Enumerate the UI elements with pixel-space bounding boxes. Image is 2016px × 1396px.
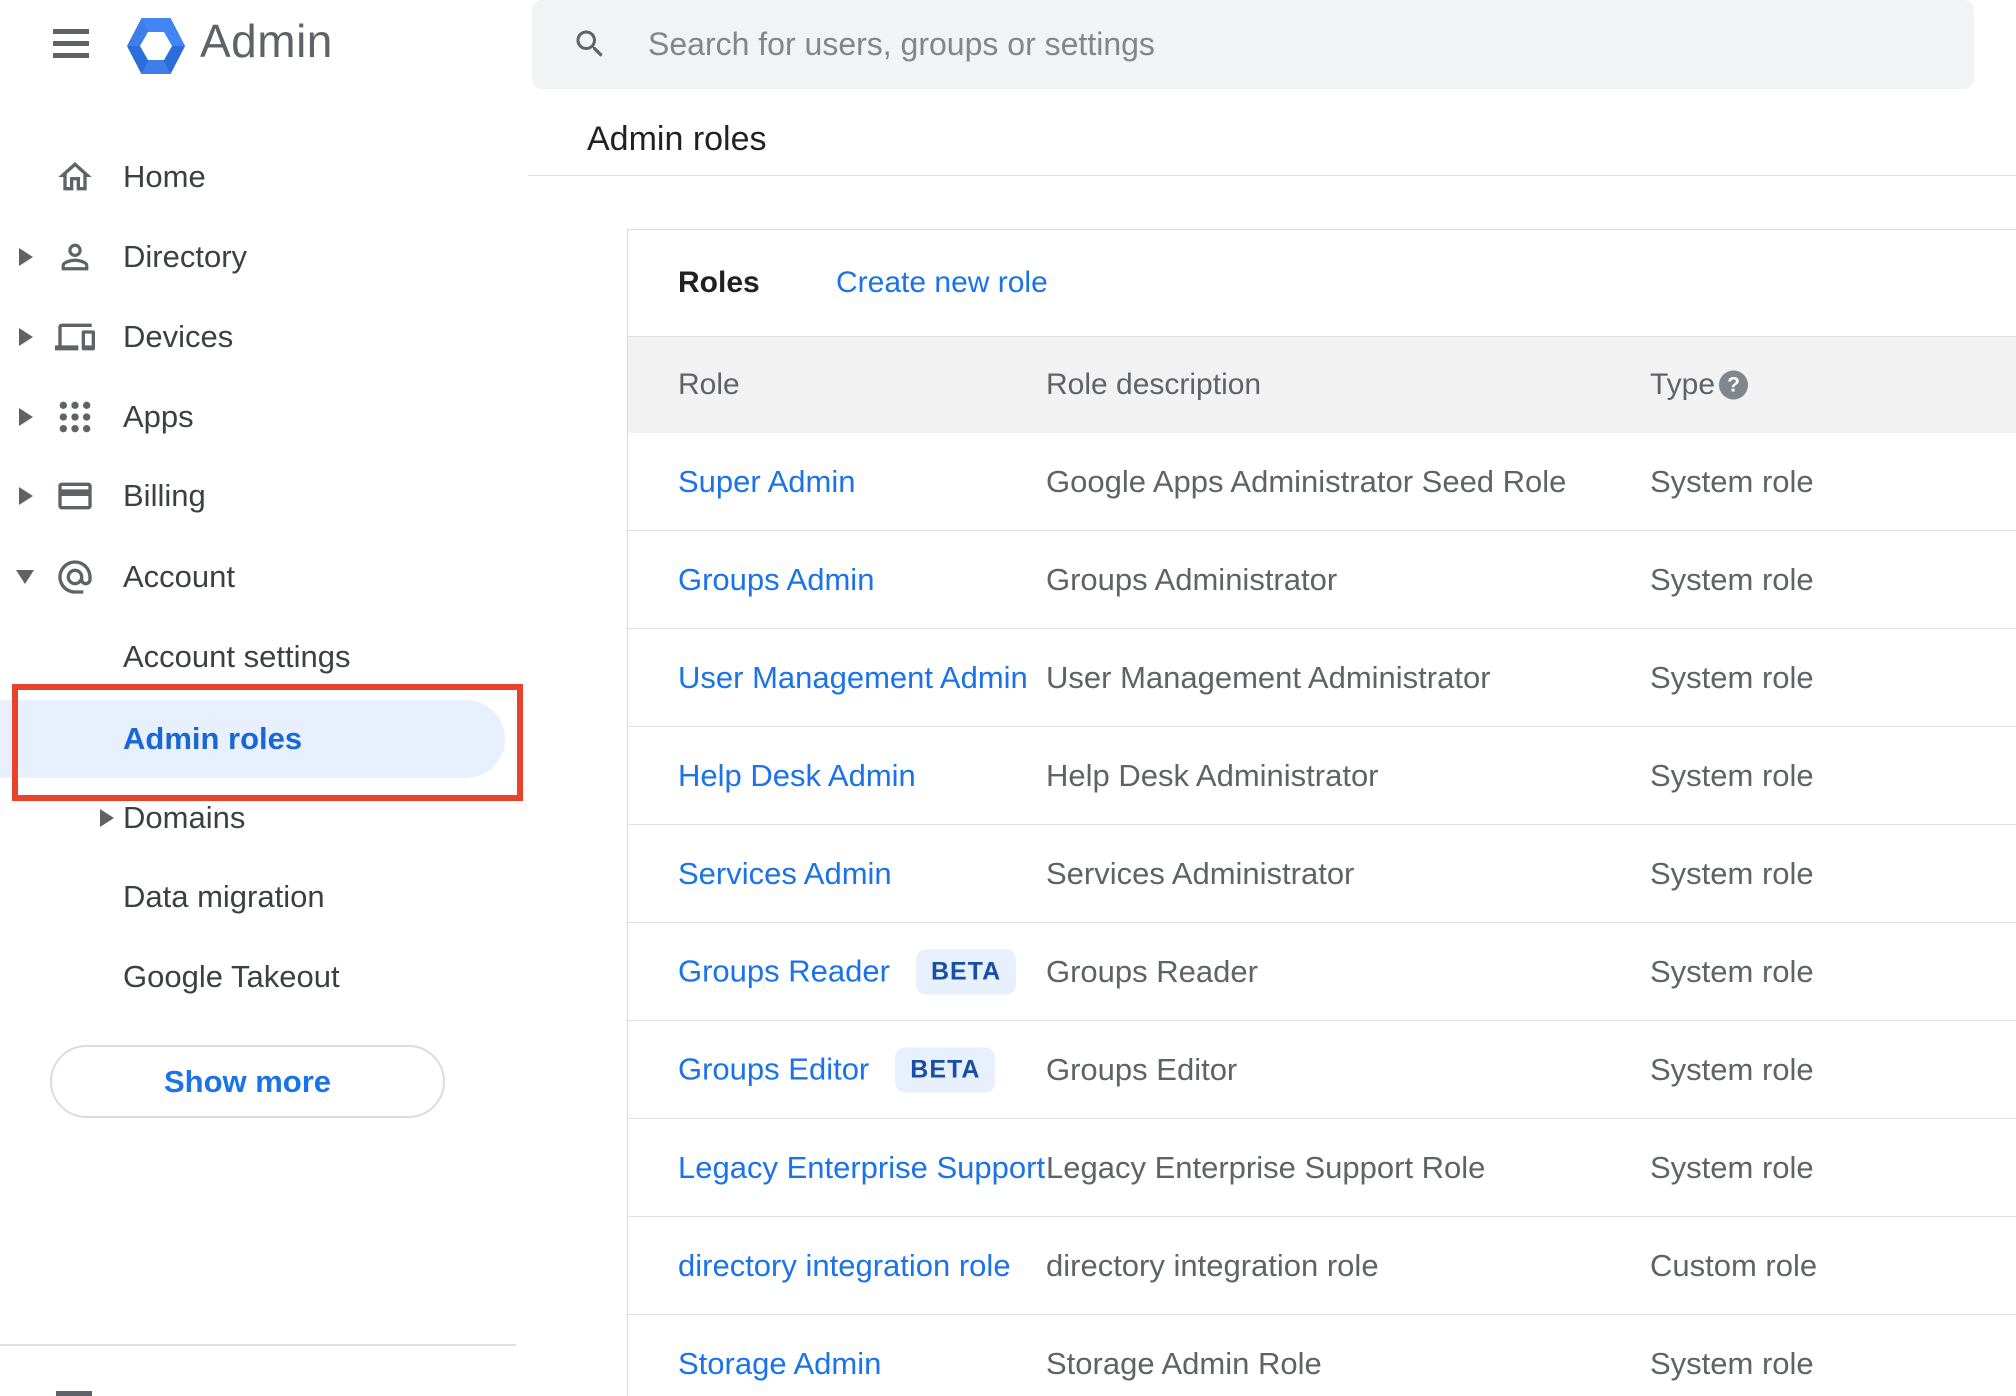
expand-arrow-icon (19, 328, 33, 346)
sidebar: Admin Home Directory Devices Apps Billin… (0, 0, 529, 1396)
table-row: Help Desk Admin Help Desk Administrator … (628, 727, 2016, 825)
table-row: Groups Admin Groups Administrator System… (628, 531, 2016, 629)
role-type: System role (1650, 1345, 1814, 1381)
expand-arrow-icon (100, 809, 114, 827)
role-type: System role (1650, 561, 1814, 597)
role-link[interactable]: Super Admin (678, 464, 856, 500)
header-divider (528, 175, 2016, 176)
expand-arrow-icon (19, 408, 33, 426)
table-row: Legacy Enterprise Support Legacy Enterpr… (628, 1119, 2016, 1217)
at-sign-icon (55, 557, 95, 597)
role-type: System role (1650, 1149, 1814, 1185)
sidebar-item-label: Account (123, 559, 236, 594)
sidebar-item-apps[interactable]: Apps (0, 377, 529, 457)
beta-badge: BETA (895, 1047, 996, 1092)
column-header-description: Role description (1046, 368, 1262, 401)
role-link[interactable]: Groups Editor (678, 1052, 869, 1088)
role-type: System role (1650, 855, 1814, 891)
table-row: Storage Admin Storage Admin Role System … (628, 1315, 2016, 1396)
expand-arrow-icon (19, 487, 33, 505)
credit-card-icon (55, 476, 95, 516)
role-link[interactable]: Help Desk Admin (678, 758, 916, 794)
role-type: System role (1650, 953, 1814, 989)
column-header-type: Type (1650, 368, 1716, 401)
admin-logo-icon (127, 18, 185, 79)
sidebar-item-devices[interactable]: Devices (0, 297, 529, 377)
expand-arrow-icon (19, 248, 33, 266)
role-type: System role (1650, 1051, 1814, 1087)
sidebar-item-billing[interactable]: Billing (0, 456, 529, 536)
sidebar-item-directory[interactable]: Directory (0, 217, 529, 297)
help-icon[interactable]: ? (1719, 370, 1748, 400)
search-bar[interactable] (532, 0, 1974, 89)
role-description: Groups Editor (1046, 1051, 1238, 1087)
role-description: Groups Administrator (1046, 561, 1338, 597)
menu-icon[interactable] (53, 29, 89, 58)
sidebar-item-label: Apps (123, 399, 194, 434)
cropped-bottom-icon (56, 1391, 92, 1396)
table-header-row: Role Role description Type ? (628, 337, 2016, 433)
role-description: Services Administrator (1046, 855, 1355, 891)
sidebar-item-label: Account settings (123, 639, 351, 674)
sidebar-item-label: Directory (123, 239, 248, 274)
role-link[interactable]: User Management Admin (678, 660, 1028, 696)
sidebar-item-data-migration[interactable]: Data migration (0, 857, 529, 937)
role-description: Legacy Enterprise Support Role (1046, 1149, 1486, 1185)
sidebar-item-label: Home (123, 159, 206, 194)
roles-panel-header: Roles Create new role (628, 230, 2016, 337)
person-icon (55, 237, 95, 277)
role-description: User Management Administrator (1046, 659, 1491, 695)
sidebar-item-label: Domains (123, 800, 246, 835)
roles-panel: Roles Create new role Role Role descript… (627, 229, 2016, 1396)
sidebar-item-google-takeout[interactable]: Google Takeout (0, 937, 529, 1017)
role-type: Custom role (1650, 1247, 1818, 1283)
app-title: Admin (200, 15, 333, 67)
sidebar-item-account[interactable]: Account (0, 537, 529, 617)
apps-icon (55, 397, 95, 437)
sidebar-item-label: Billing (123, 478, 206, 513)
role-description: Help Desk Administrator (1046, 757, 1379, 793)
role-type: System role (1650, 463, 1814, 499)
role-link[interactable]: Services Admin (678, 856, 892, 892)
sidebar-item-home[interactable]: Home (0, 137, 529, 217)
sidebar-divider (0, 1344, 516, 1346)
role-link[interactable]: Groups Admin (678, 562, 874, 598)
sidebar-item-label: Devices (123, 319, 234, 354)
sidebar-item-domains[interactable]: Domains (0, 778, 529, 858)
show-more-button[interactable]: Show more (50, 1045, 445, 1118)
role-type: System role (1650, 757, 1814, 793)
column-header-role: Role (678, 368, 740, 401)
create-new-role-link[interactable]: Create new role (836, 266, 1048, 300)
collapse-arrow-icon (16, 570, 34, 584)
home-icon (55, 157, 95, 197)
role-link[interactable]: directory integration role (678, 1248, 1011, 1284)
sidebar-item-label: Data migration (123, 879, 325, 914)
role-description: Storage Admin Role (1046, 1345, 1322, 1381)
search-input[interactable] (648, 0, 1928, 89)
table-row: Super Admin Google Apps Administrator Se… (628, 433, 2016, 531)
role-link[interactable]: Groups Reader (678, 954, 890, 990)
sidebar-item-label: Google Takeout (123, 959, 340, 994)
table-row: directory integration role directory int… (628, 1217, 2016, 1315)
role-description: Groups Reader (1046, 953, 1258, 989)
search-icon (572, 26, 608, 62)
role-link[interactable]: Storage Admin (678, 1346, 881, 1382)
breadcrumb: Admin roles (587, 120, 767, 158)
role-type: System role (1650, 659, 1814, 695)
table-row: Services Admin Services Administrator Sy… (628, 825, 2016, 923)
show-more-label: Show more (163, 1063, 332, 1099)
devices-icon (55, 317, 95, 357)
beta-badge: BETA (915, 949, 1017, 994)
table-row: Groups Editor BETA Groups Editor System … (628, 1021, 2016, 1119)
role-link[interactable]: Legacy Enterprise Support (678, 1150, 1045, 1186)
role-description: directory integration role (1046, 1247, 1379, 1283)
panel-title: Roles (678, 266, 760, 299)
role-description: Google Apps Administrator Seed Role (1046, 463, 1567, 499)
table-row: User Management Admin User Management Ad… (628, 629, 2016, 727)
table-row: Groups Reader BETA Groups Reader System … (628, 923, 2016, 1021)
